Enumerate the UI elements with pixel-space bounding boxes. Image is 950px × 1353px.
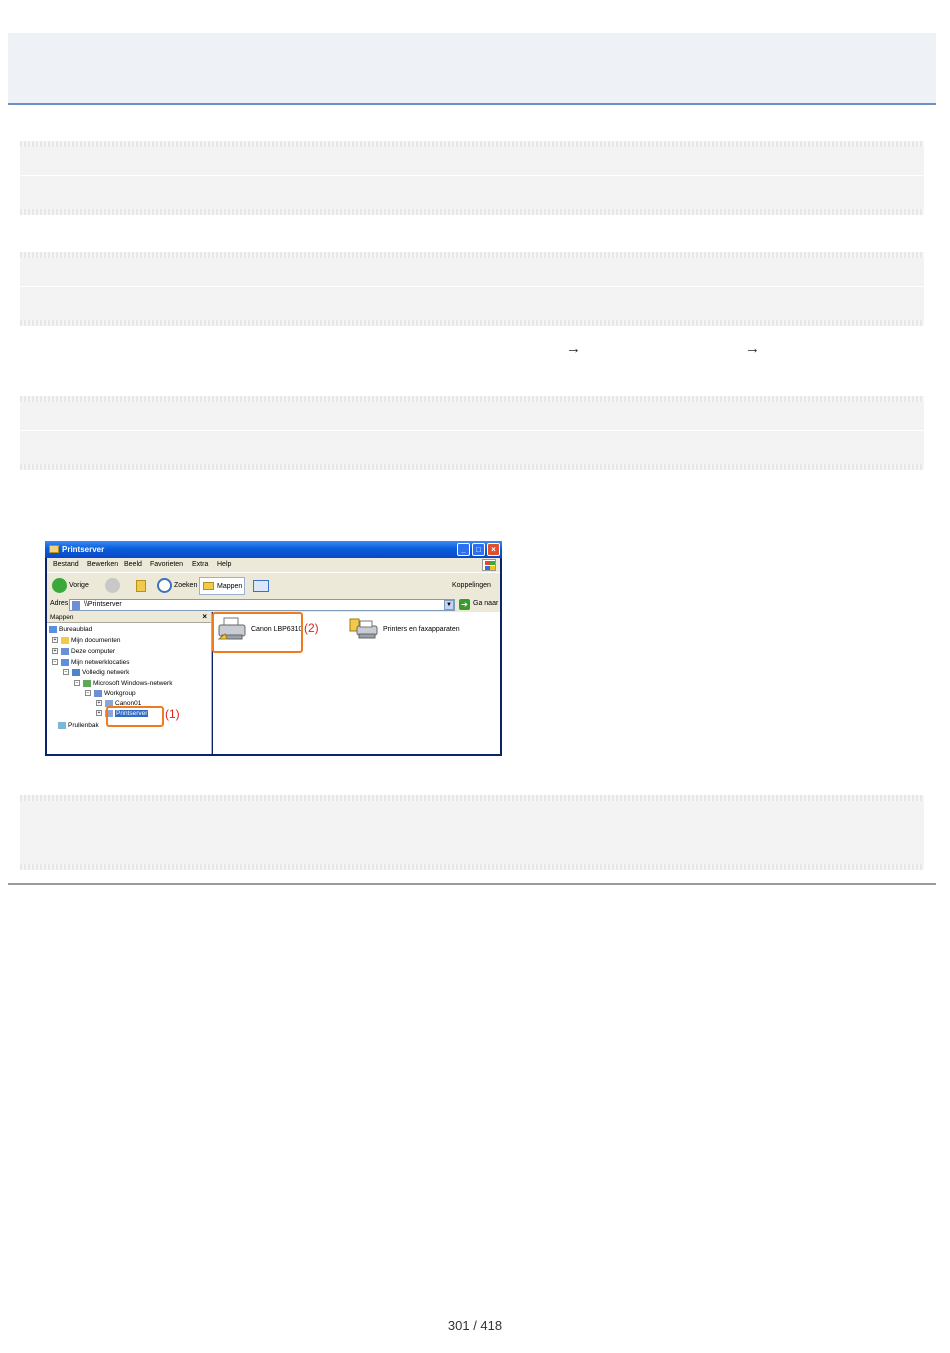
links-label[interactable]: Koppelingen xyxy=(452,577,491,595)
window-title: Printserver xyxy=(62,545,105,554)
recycle-bin-icon xyxy=(58,721,66,729)
menu-beeld[interactable]: Beeld xyxy=(124,561,142,568)
folder-pane-title: Mappen xyxy=(50,614,74,621)
address-field[interactable]: \\Printserver ▼ xyxy=(69,599,455,611)
network-places-icon xyxy=(61,658,69,666)
windows-logo-icon xyxy=(482,559,496,571)
collapse-icon[interactable]: − xyxy=(74,680,80,687)
expand-icon[interactable]: + xyxy=(52,637,58,644)
note-box-3 xyxy=(20,402,924,464)
view-menu-icon[interactable] xyxy=(253,580,269,592)
menu-extra[interactable]: Extra xyxy=(192,561,208,568)
note-box-2-bottom-stripe xyxy=(20,320,924,326)
expand-icon[interactable]: + xyxy=(52,648,58,655)
tree-item-volledig-netwerk[interactable]: − Volledig netwerk xyxy=(63,668,129,678)
menu-bestand[interactable]: Bestand xyxy=(53,561,79,568)
collapse-icon[interactable]: − xyxy=(85,690,91,697)
forward-arrow-icon[interactable] xyxy=(105,578,120,593)
expand-icon[interactable]: + xyxy=(96,710,102,717)
note-box-3-bottom-stripe xyxy=(20,464,924,470)
toolbar: Vorige Zoeken Mappen Koppelingen xyxy=(47,572,500,598)
back-arrow-icon[interactable] xyxy=(52,578,67,593)
tree-item-prullenbak[interactable]: Prullenbak xyxy=(58,721,99,731)
note-box-4 xyxy=(20,801,924,864)
window-title-bar[interactable]: Printserver _ □ × xyxy=(45,541,502,558)
printers-and-faxes-icon xyxy=(349,618,378,639)
folder-pane-close-icon[interactable]: × xyxy=(202,612,207,621)
note-box-4-bottom-stripe xyxy=(20,864,924,870)
address-label: Adres xyxy=(50,600,69,607)
folder-icon xyxy=(49,545,59,553)
marker-1: (1) xyxy=(165,707,180,721)
search-button[interactable]: Zoeken xyxy=(174,577,197,595)
computer-icon xyxy=(72,601,80,610)
address-bar: Adres \\Printserver ▼ ➔ Ga naar xyxy=(47,598,500,612)
go-label: Ga naar xyxy=(473,600,499,607)
windows-network-icon xyxy=(83,679,91,687)
menu-help[interactable]: Help xyxy=(217,561,231,568)
address-dropdown-icon[interactable]: ▼ xyxy=(444,600,454,610)
expand-icon[interactable]: + xyxy=(96,700,102,707)
step-arrow-1: → xyxy=(566,340,581,357)
menu-favorieten[interactable]: Favorieten xyxy=(150,561,183,568)
back-button[interactable]: Vorige xyxy=(69,577,89,595)
go-arrow-icon: ➔ xyxy=(459,599,470,610)
page-number: 301 / 418 xyxy=(447,1318,503,1333)
note-box-2 xyxy=(20,258,924,320)
page-header-band xyxy=(8,33,936,103)
menu-bewerken[interactable]: Bewerken xyxy=(87,561,118,568)
collapse-icon[interactable]: − xyxy=(63,669,69,676)
tree-item-deze-computer[interactable]: + Deze computer xyxy=(52,647,115,657)
address-value: \\Printserver xyxy=(84,601,122,608)
close-button[interactable]: × xyxy=(487,543,500,556)
folder-up-icon[interactable] xyxy=(136,580,146,592)
folders-icon xyxy=(203,582,214,591)
printers-and-faxes-label: Printers en faxapparaten xyxy=(383,626,460,633)
step-arrow-2: → xyxy=(745,340,760,357)
desktop-icon xyxy=(49,625,57,633)
tree-item-mijn-documenten[interactable]: + Mijn documenten xyxy=(52,636,121,646)
tree-item-mijn-netwerklocaties[interactable]: − Mijn netwerklocaties xyxy=(52,658,130,668)
search-icon[interactable] xyxy=(157,578,172,593)
folder-pane: Mappen × Bureaublad + Mijn documenten + De… xyxy=(47,612,212,754)
folders-toggle-button[interactable]: Mappen xyxy=(199,577,245,595)
callout-printserver xyxy=(106,706,164,727)
collapse-icon[interactable]: − xyxy=(52,659,58,666)
tree-item-bureaublad[interactable]: Bureaublad xyxy=(49,625,92,635)
tree-item-workgroup[interactable]: − Workgroup xyxy=(85,689,136,699)
note-box-1 xyxy=(20,147,924,209)
printers-and-faxes-item[interactable]: Printers en faxapparaten xyxy=(349,617,489,645)
note-box-1-bottom-stripe xyxy=(20,209,924,215)
workgroup-icon xyxy=(94,689,102,697)
tree-item-microsoft-windows-netwerk[interactable]: − Microsoft Windows-netwerk xyxy=(74,679,172,689)
page-header-rule xyxy=(8,103,936,105)
menu-bar: Bestand Bewerken Beeld Favorieten Extra … xyxy=(47,558,500,572)
maximize-button[interactable]: □ xyxy=(472,543,485,556)
go-button[interactable]: ➔ Ga naar xyxy=(459,599,499,611)
folders-label: Mappen xyxy=(217,583,243,590)
folder-pane-header: Mappen × xyxy=(47,612,211,623)
marker-2: (2) xyxy=(304,621,319,635)
folder-icon xyxy=(61,636,69,644)
callout-canon-printer xyxy=(212,612,303,653)
minimize-button[interactable]: _ xyxy=(457,543,470,556)
computer-icon xyxy=(61,647,69,655)
page-footer-rule xyxy=(8,883,936,885)
entire-network-icon xyxy=(72,668,80,676)
